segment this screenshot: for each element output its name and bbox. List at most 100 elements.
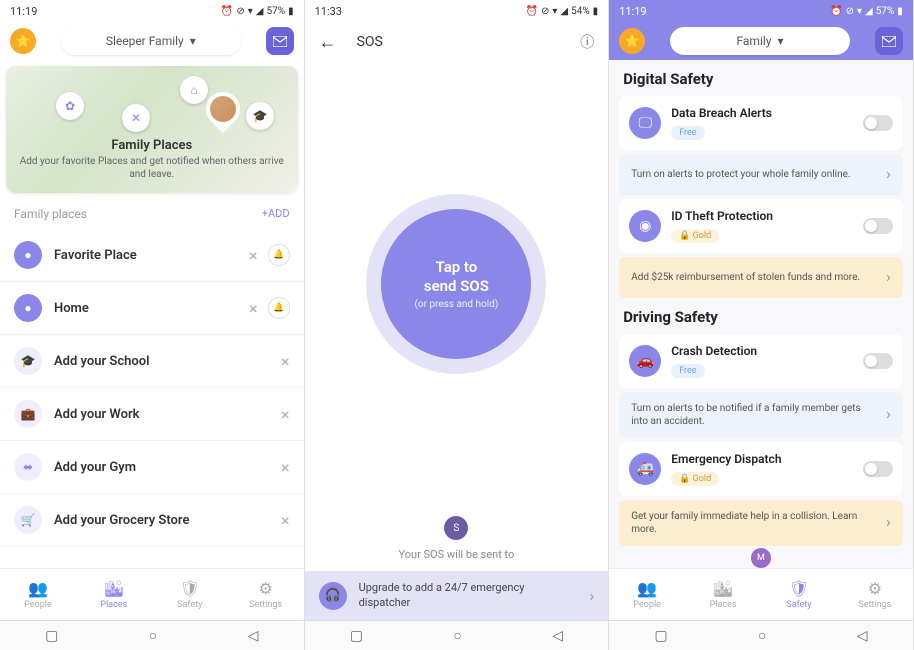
nav-people[interactable]: 👥People — [609, 569, 685, 620]
shield-icon: 🛡 — [789, 579, 809, 598]
section-header: Family places +ADD — [0, 199, 304, 229]
dnd-icon: ⊘ — [236, 6, 244, 17]
screen-sos: 11:33 ⏰ ⊘ ▾ ◢ 54% ▮ ← SOS ⓘ Tap tosend S… — [305, 0, 610, 650]
battery-text: 57% — [267, 6, 286, 17]
toggle-switch[interactable] — [863, 218, 893, 234]
school-icon: 🎓 — [14, 347, 42, 375]
toggle-switch[interactable] — [863, 353, 893, 369]
banner-crash[interactable]: Turn on alerts to be notified if a famil… — [619, 392, 903, 438]
place-row-home[interactable]: ● Home ×🔔 — [0, 282, 304, 335]
battery-icon: ▮ — [897, 6, 903, 17]
chevron-down-icon: ▾ — [777, 34, 783, 48]
feature-data-breach[interactable]: 🖵 Data Breach Alerts Free — [619, 96, 903, 150]
close-icon[interactable]: × — [281, 405, 290, 424]
back-button[interactable]: ◁ — [857, 628, 868, 644]
banner-breach[interactable]: Turn on alerts to protect your whole fam… — [619, 154, 903, 195]
add-place-button[interactable]: +ADD — [262, 207, 290, 221]
map-card[interactable]: ✿ ✕ ⌂ 🎓 Family Places Add your favorite … — [6, 66, 298, 193]
recipient-avatar: S — [444, 516, 468, 540]
chevron-right-icon: › — [886, 164, 891, 185]
place-row-work[interactable]: 💼 Add your Work × — [0, 388, 304, 441]
sos-footer: S Your SOS will be sent to — [305, 506, 609, 572]
premium-badge-button[interactable]: ⭐ — [10, 28, 36, 54]
member-avatar[interactable]: M — [751, 548, 771, 568]
recent-apps-button[interactable]: ▢ — [350, 628, 363, 644]
nav-safety[interactable]: 🛡Safety — [152, 569, 228, 620]
time: 11:19 — [619, 5, 646, 18]
recent-apps-button[interactable]: ▢ — [45, 628, 58, 644]
feature-dispatch[interactable]: 🚑 Emergency Dispatch 🔒 Gold — [619, 442, 903, 496]
back-button[interactable]: ◁ — [248, 628, 259, 644]
section-digital-safety: Digital Safety — [609, 60, 913, 92]
battery-text: 57% — [876, 6, 895, 17]
messages-button[interactable] — [266, 27, 294, 55]
nav-places[interactable]: 🏙Places — [76, 569, 152, 620]
bell-icon[interactable]: 🔔 — [268, 244, 290, 266]
bell-icon[interactable]: 🔔 — [268, 297, 290, 319]
section-label: Family places — [14, 207, 87, 221]
close-icon[interactable]: × — [281, 458, 290, 477]
work-icon: 💼 — [14, 400, 42, 428]
back-arrow-button[interactable]: ← — [319, 32, 337, 53]
home-button[interactable]: ○ — [453, 627, 461, 644]
place-row-grocery[interactable]: 🛒 Add your Grocery Store × — [0, 494, 304, 547]
place-label: Add your Work — [54, 407, 269, 422]
battery-icon: ▮ — [593, 6, 599, 17]
pin-home-icon: ⌂ — [180, 76, 208, 104]
badge-free: Free — [671, 126, 704, 140]
map-subtitle: Add your favorite Places and get notifie… — [14, 155, 290, 181]
banner-dispatch[interactable]: Get your family immediate help in a coll… — [619, 500, 903, 546]
status-bar: 11:19 ⏰ ⊘ ▾ ◢ 57% ▮ — [0, 0, 304, 22]
close-icon[interactable]: × — [249, 299, 258, 318]
badge-gold: 🔒 Gold — [671, 229, 719, 243]
place-row-gym[interactable]: ⬌ Add your Gym × — [0, 441, 304, 494]
premium-badge-button[interactable]: ⭐ — [619, 28, 645, 54]
shield-icon: 🛡 — [180, 579, 200, 598]
place-label: Add your Grocery Store — [54, 513, 269, 528]
home-button[interactable]: ○ — [149, 627, 157, 644]
chevron-right-icon: › — [886, 512, 891, 533]
page-title: SOS — [357, 34, 561, 50]
nav-settings[interactable]: ⚙Settings — [837, 569, 913, 620]
signal-icon: ◢ — [865, 6, 873, 17]
chevron-right-icon: › — [589, 586, 594, 605]
sos-text: Tap tosend SOS — [424, 258, 489, 297]
back-button[interactable]: ◁ — [552, 628, 563, 644]
info-icon[interactable]: ⓘ — [580, 32, 594, 52]
recent-apps-button[interactable]: ▢ — [654, 628, 667, 644]
family-selector[interactable]: Sleeper Family ▾ — [61, 27, 241, 55]
chevron-right-icon: › — [886, 267, 891, 288]
feature-title: Crash Detection — [671, 344, 853, 358]
close-icon[interactable]: × — [249, 246, 258, 265]
toggle-switch[interactable] — [863, 461, 893, 477]
car-icon: 🚗 — [629, 345, 661, 377]
nav-people[interactable]: 👥People — [0, 569, 76, 620]
banner-theft[interactable]: Add $25k reimbursement of stolen funds a… — [619, 257, 903, 298]
status-icons: ⏰ ⊘ ▾ ◢ 57% ▮ — [830, 6, 903, 17]
nav-safety[interactable]: 🛡Safety — [761, 569, 837, 620]
nav-settings[interactable]: ⚙Settings — [228, 569, 304, 620]
wifi-icon: ▾ — [857, 6, 862, 17]
close-icon[interactable]: × — [281, 352, 290, 371]
sos-body: Tap tosend SOS (or press and hold) — [305, 62, 609, 506]
place-label: Add your Gym — [54, 460, 269, 475]
alarm-icon: ⏰ — [221, 6, 233, 17]
chevron-right-icon: › — [886, 404, 891, 425]
headset-icon: 🎧 — [319, 582, 347, 610]
place-row-school[interactable]: 🎓 Add your School × — [0, 335, 304, 388]
home-button[interactable]: ○ — [758, 627, 766, 644]
feature-crash[interactable]: 🚗 Crash Detection Free — [619, 334, 903, 388]
family-name: Family — [736, 34, 771, 48]
place-row-favorite[interactable]: ● Favorite Place ×🔔 — [0, 229, 304, 282]
sos-button[interactable]: Tap tosend SOS (or press and hold) — [381, 209, 531, 359]
family-selector[interactable]: Family ▾ — [670, 27, 850, 55]
toggle-switch[interactable] — [863, 115, 893, 131]
nav-places[interactable]: 🏙Places — [685, 569, 761, 620]
close-icon[interactable]: × — [281, 511, 290, 530]
feature-id-theft[interactable]: ◉ ID Theft Protection 🔒 Gold — [619, 199, 903, 253]
feature-title: ID Theft Protection — [671, 209, 853, 223]
upgrade-banner[interactable]: 🎧 Upgrade to add a 24/7 emergency dispat… — [305, 571, 609, 620]
messages-button[interactable] — [875, 27, 903, 55]
wifi-icon: ▾ — [248, 6, 253, 17]
safety-content: Digital Safety 🖵 Data Breach Alerts Free… — [609, 60, 913, 568]
